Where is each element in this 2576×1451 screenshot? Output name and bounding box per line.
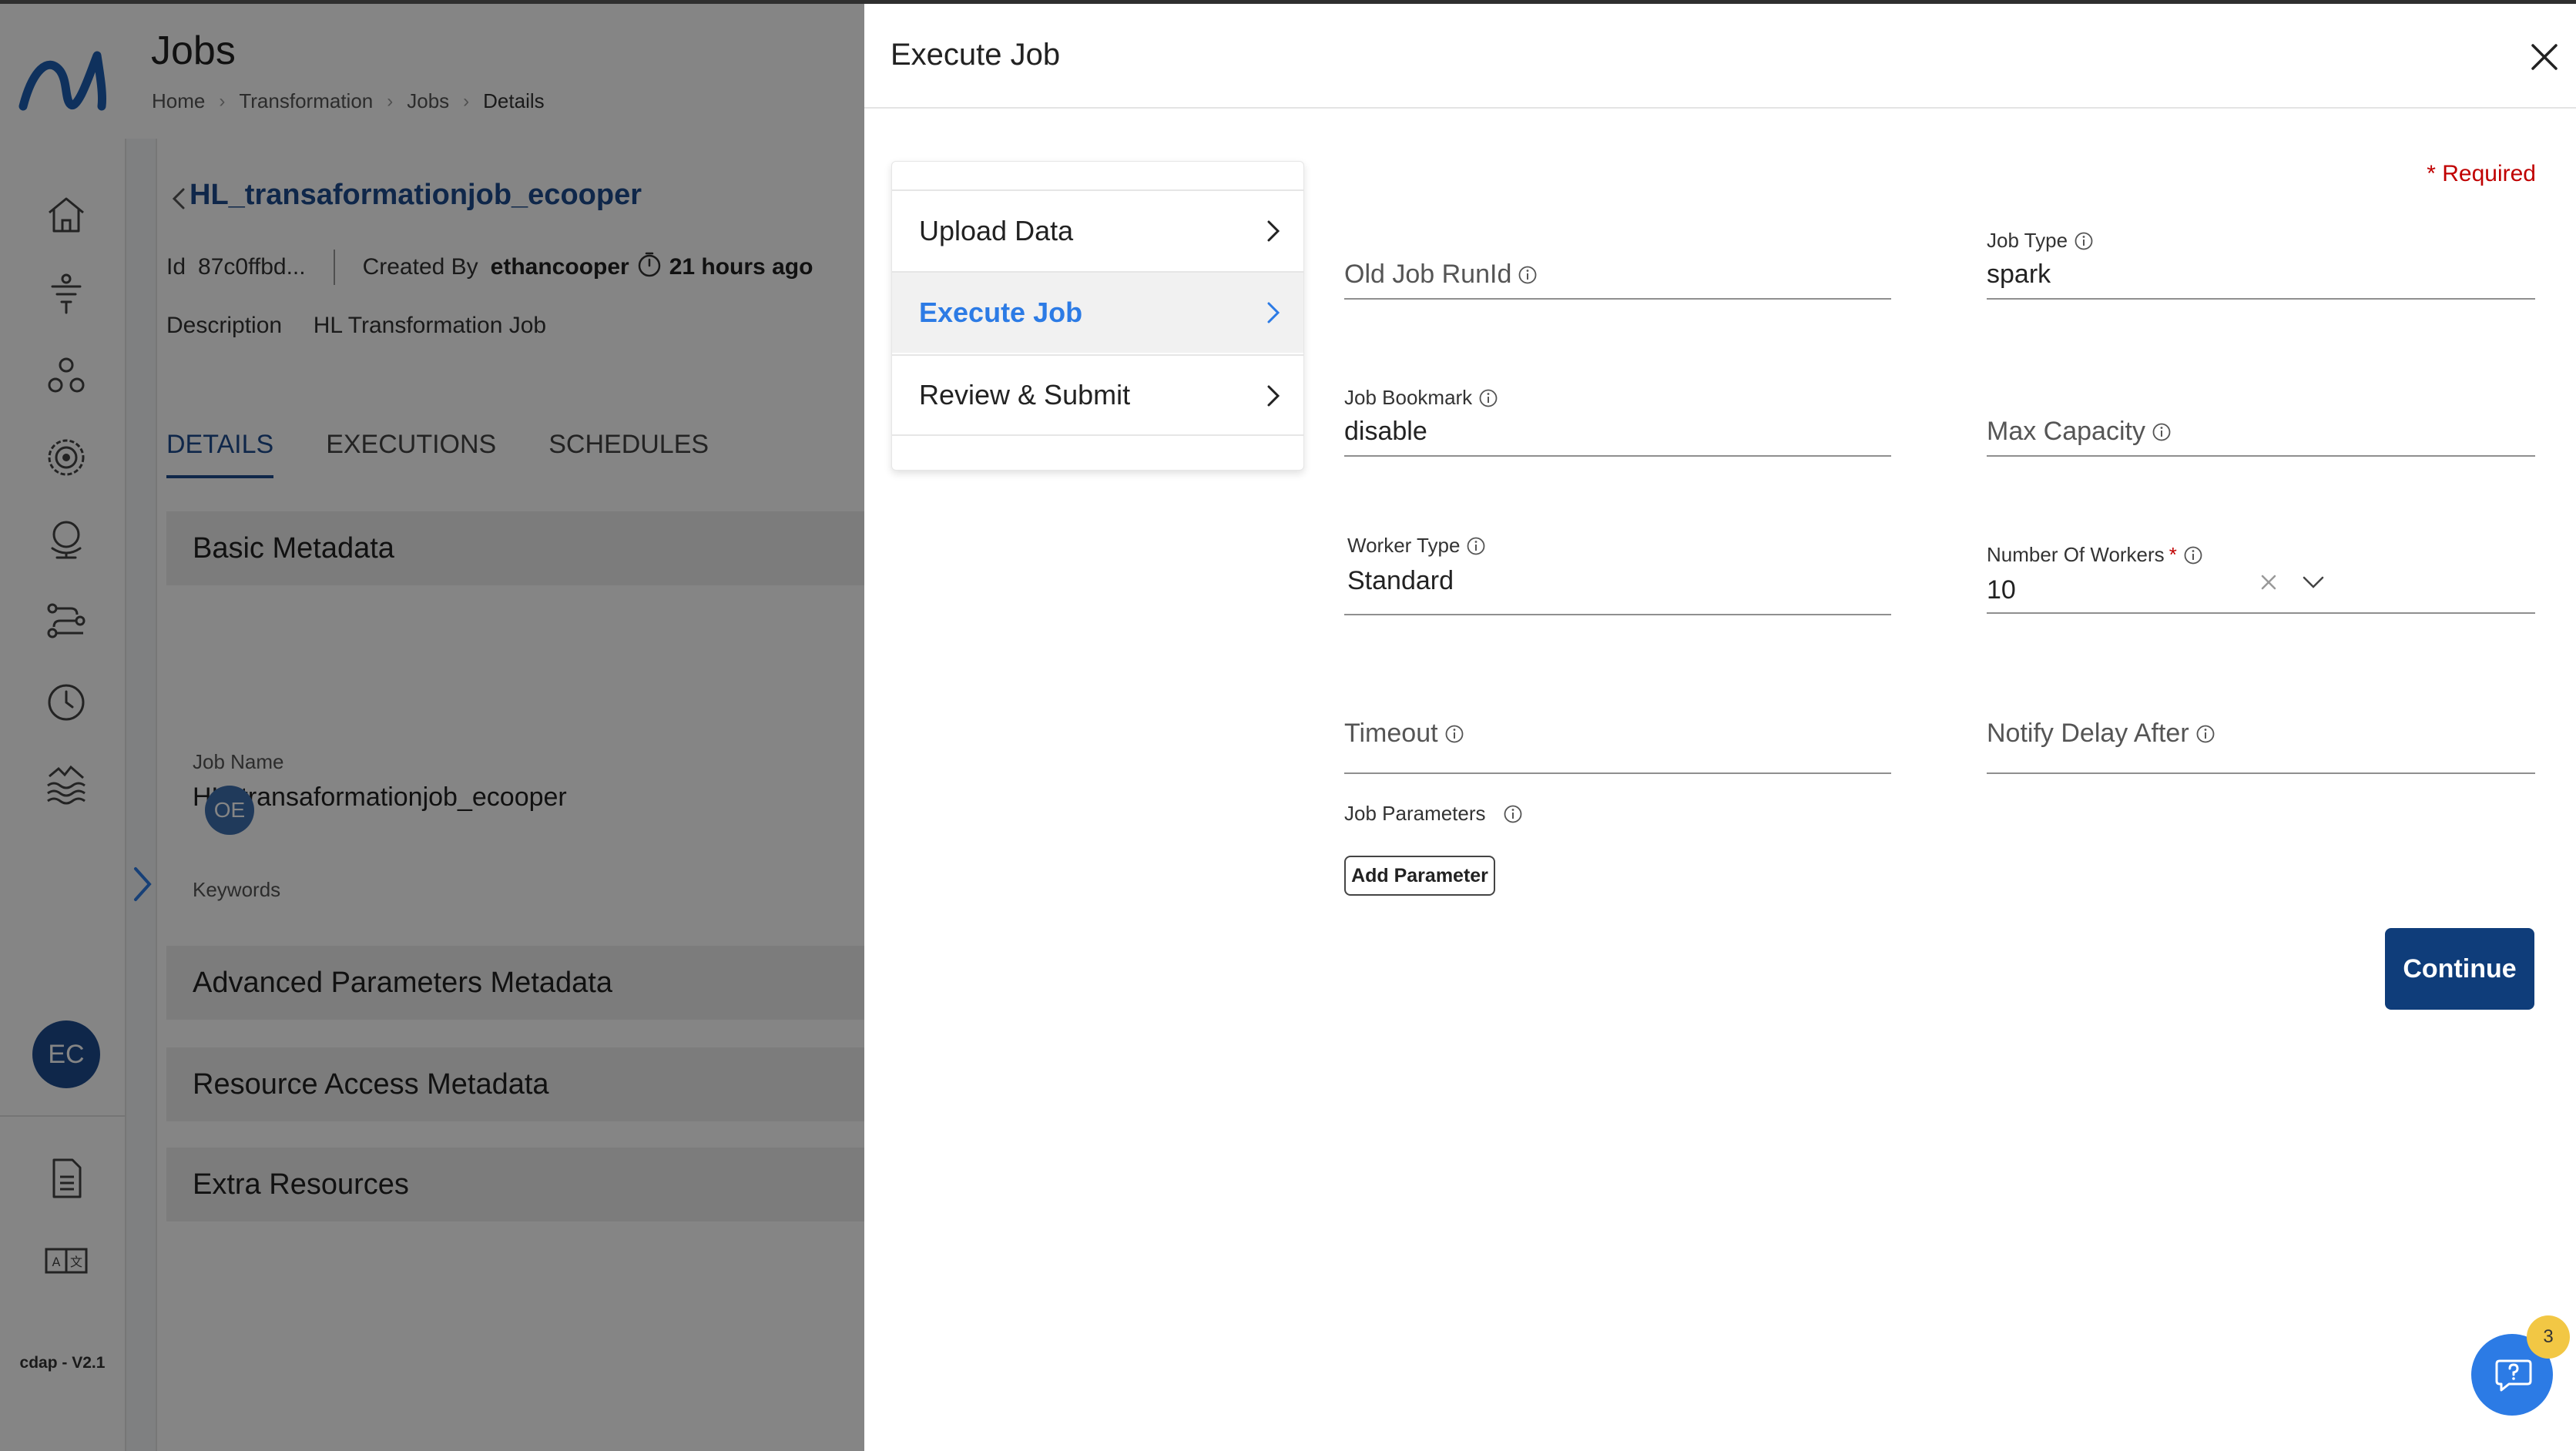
info-icon[interactable] bbox=[2152, 422, 2172, 442]
required-star: * bbox=[2168, 543, 2177, 566]
worker-type-label: Worker Type bbox=[1347, 534, 1486, 558]
drawer-title: Execute Job bbox=[891, 38, 1061, 72]
step-execute-job[interactable]: Execute Job bbox=[892, 271, 1303, 353]
notify-delay-after-field[interactable]: Notify Delay After bbox=[1987, 719, 2215, 749]
drawer-header: Execute Job bbox=[864, 4, 2576, 109]
required-note: * Required bbox=[2427, 161, 2536, 186]
info-icon[interactable] bbox=[1478, 388, 1498, 408]
job-type-underline bbox=[1987, 298, 2535, 300]
execute-job-form: * Required Old Job RunId Job Type spark … bbox=[1315, 107, 2576, 1031]
add-parameter-button[interactable]: Add Parameter bbox=[1344, 856, 1495, 896]
worker-type-underline bbox=[1344, 614, 1891, 615]
info-icon[interactable] bbox=[1466, 536, 1486, 556]
max-capacity-underline bbox=[1987, 455, 2535, 457]
continue-button[interactable]: Continue bbox=[2385, 928, 2534, 1010]
job-bookmark-underline bbox=[1344, 455, 1891, 457]
notify-delay-after-underline bbox=[1987, 772, 2535, 774]
modal-backdrop[interactable] bbox=[0, 0, 864, 1451]
info-icon[interactable] bbox=[2195, 724, 2215, 744]
number-of-workers-input[interactable]: 10 bbox=[1987, 575, 2016, 605]
notify-delay-after-placeholder: Notify Delay After bbox=[1987, 719, 2189, 748]
worker-type-label-text: Worker Type bbox=[1347, 534, 1461, 557]
info-icon[interactable] bbox=[1518, 265, 1538, 285]
step-list: Upload Data Execute Job Review & Submit bbox=[891, 161, 1304, 471]
old-job-run-id-placeholder: Old Job RunId bbox=[1344, 260, 1512, 289]
job-bookmark-label-text: Job Bookmark bbox=[1344, 386, 1473, 409]
step-label: Review & Submit bbox=[919, 379, 1131, 411]
execute-job-drawer: Execute Job Upload Data Execute Job Revi… bbox=[864, 4, 2576, 1451]
timeout-field[interactable]: Timeout bbox=[1344, 719, 1464, 749]
info-icon[interactable] bbox=[2074, 231, 2094, 251]
job-type-input[interactable]: spark bbox=[1987, 260, 2051, 290]
timeout-placeholder: Timeout bbox=[1344, 719, 1438, 748]
max-capacity-field[interactable]: Max Capacity bbox=[1987, 417, 2172, 447]
chevron-down-icon[interactable] bbox=[2299, 571, 2327, 594]
help-chat-icon bbox=[2495, 1359, 2532, 1392]
close-icon[interactable] bbox=[2527, 39, 2562, 75]
number-of-workers-label-text: Number Of Workers bbox=[1987, 543, 2165, 566]
timeout-underline bbox=[1344, 772, 1891, 774]
number-of-workers-label: Number Of Workers * bbox=[1987, 543, 2203, 567]
step-upload-data[interactable]: Upload Data bbox=[892, 189, 1303, 271]
old-job-run-id-underline bbox=[1344, 298, 1891, 300]
job-parameters-label-text: Job Parameters bbox=[1344, 802, 1486, 825]
step-review-submit[interactable]: Review & Submit bbox=[892, 354, 1303, 436]
job-type-label: Job Type bbox=[1987, 229, 2094, 253]
number-of-workers-underline bbox=[1987, 612, 2535, 614]
chevron-right-icon bbox=[1267, 385, 1280, 407]
notification-badge: 3 bbox=[2527, 1315, 2570, 1359]
info-icon[interactable] bbox=[2183, 545, 2203, 565]
job-bookmark-input[interactable]: disable bbox=[1344, 417, 1427, 447]
step-label: Execute Job bbox=[919, 297, 1083, 328]
job-bookmark-label: Job Bookmark bbox=[1344, 386, 1498, 410]
chevron-right-icon bbox=[1267, 302, 1280, 323]
job-type-label-text: Job Type bbox=[1987, 229, 2068, 252]
chevron-right-icon bbox=[1267, 220, 1280, 242]
old-job-run-id-field[interactable]: Old Job RunId bbox=[1344, 260, 1538, 290]
worker-type-select[interactable]: Standard bbox=[1347, 566, 1454, 596]
clear-icon[interactable] bbox=[2257, 571, 2280, 594]
max-capacity-placeholder: Max Capacity bbox=[1987, 417, 2145, 446]
info-icon[interactable] bbox=[1503, 804, 1523, 824]
info-icon[interactable] bbox=[1444, 724, 1464, 744]
step-label: Upload Data bbox=[919, 215, 1074, 246]
job-parameters-label: Job Parameters bbox=[1344, 802, 1523, 826]
